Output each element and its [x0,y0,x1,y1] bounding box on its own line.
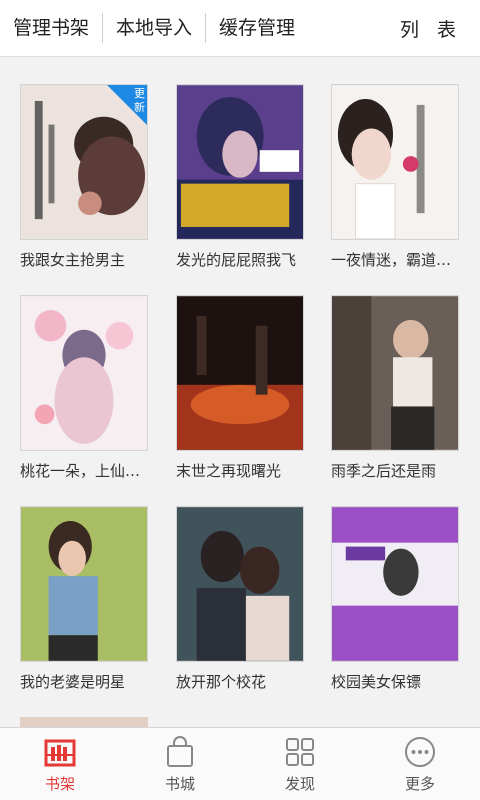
cover-image [21,296,147,450]
book-cover[interactable] [20,295,148,451]
bookshelf-icon [44,739,76,766]
book-cover[interactable] [331,506,459,662]
book-cover[interactable]: 更新 [20,84,148,240]
book-title: 放开那个校花 [176,673,267,691]
book-item[interactable]: 校园美女保镖 [331,506,459,692]
book-cover[interactable] [20,506,148,662]
tab-manage-shelf[interactable]: 管理书架 [0,13,102,43]
nav-label: 更多 [404,774,435,793]
list-view-toggle[interactable]: 列 表 [400,15,480,42]
nav-bookstore[interactable]: 书城 [120,728,240,800]
book-title: 我跟女主抢男主 [20,251,126,269]
book-cover[interactable] [176,295,304,451]
book-cover-partial[interactable] [20,717,148,727]
nav-bookshelf[interactable]: 书架 [0,728,120,800]
cover-image [332,296,458,450]
cover-image [332,85,458,239]
tab-cache-manage[interactable]: 缓存管理 [206,13,308,43]
book-cover[interactable] [331,295,459,451]
cover-image [332,507,458,661]
cover-image [177,85,303,239]
cover-image [21,507,147,661]
cover-image [177,507,303,661]
grid-icon [286,737,314,766]
nav-more[interactable]: 更多 [360,728,480,800]
nav-label: 书架 [44,774,75,793]
book-cover[interactable] [176,84,304,240]
book-item[interactable]: 发光的屁屁照我飞 [176,84,304,270]
book-title: 发光的屁屁照我飞 [176,251,297,269]
bookshelf-grid: 更新 我跟女主抢男主 发光的屁屁照我飞 一夜情迷，霸道总 桃花一朵，上仙请 末世… [0,57,480,727]
nav-discover[interactable]: 发现 [240,728,360,800]
book-title: 我的老婆是明星 [20,673,126,691]
tab-local-import[interactable]: 本地导入 [103,13,205,43]
book-title: 一夜情迷，霸道总裁恋上... [331,251,459,269]
nav-label: 书城 [164,774,195,793]
book-title: 桃花一朵，上仙请负责 [20,462,148,480]
book-cover[interactable] [176,506,304,662]
more-dots-icon [405,736,435,767]
book-title: 校园美女保镖 [331,673,422,691]
book-item[interactable]: 末世之再现曙光 [176,295,304,481]
update-badge-label: 更新 [134,87,145,114]
bottom-nav: 书架 书城 发现 更多 [0,727,480,800]
book-item[interactable]: 更新 我跟女主抢男主 [20,84,148,270]
book-item[interactable]: 一夜情迷，霸道总裁恋上... [331,84,459,270]
book-title: 雨季之后还是雨 [331,462,437,480]
book-cover[interactable] [331,84,459,240]
book-item[interactable]: 放开那个校花 [176,506,304,692]
book-title: 末世之再现曙光 [176,462,282,480]
cover-image [177,296,303,450]
book-item[interactable]: 我的老婆是明星 [20,506,148,692]
top-bar: 管理书架 本地导入 缓存管理 列 表 [0,0,480,57]
shopping-bag-icon [167,735,193,767]
book-item[interactable]: 桃花一朵，上仙请负责 [20,295,148,481]
book-item[interactable]: 雨季之后还是雨 [331,295,459,481]
nav-label: 发现 [284,774,315,793]
